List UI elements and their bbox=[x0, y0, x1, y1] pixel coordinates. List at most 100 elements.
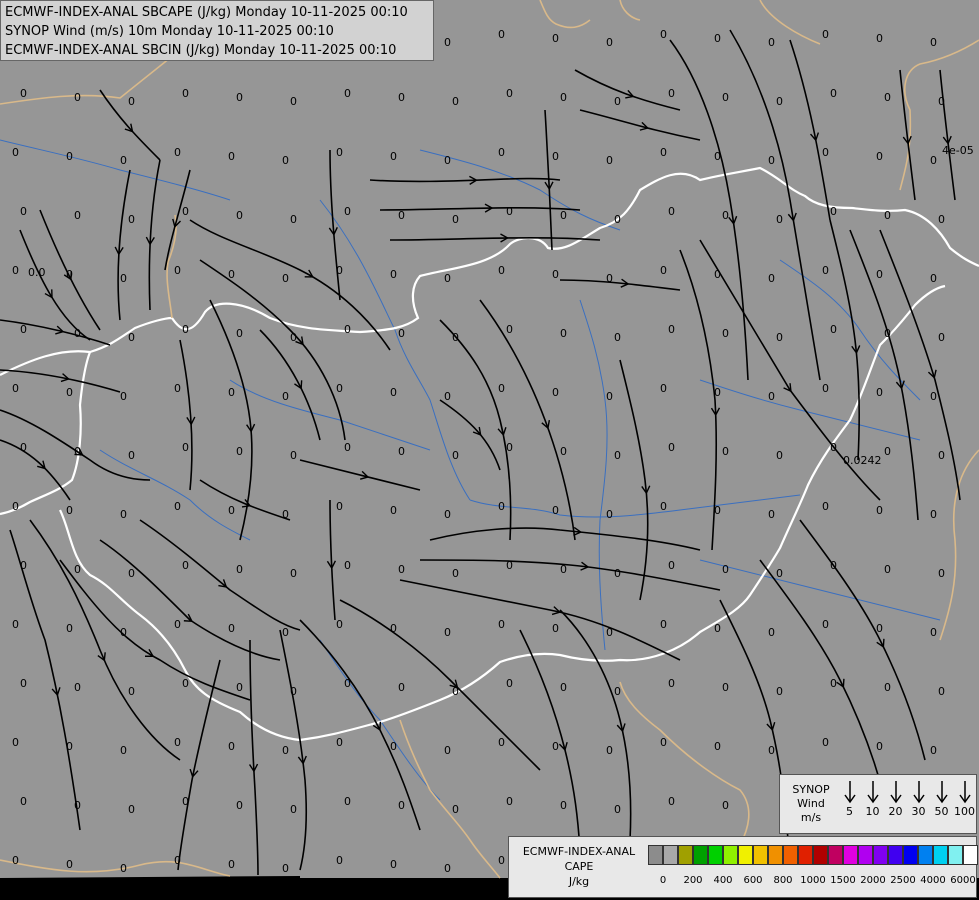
field-zero-label: 0 bbox=[344, 677, 351, 690]
field-zero-label: 0 bbox=[182, 205, 189, 218]
field-zero-label: 0 bbox=[776, 567, 783, 580]
field-zero-label: 0 bbox=[444, 154, 451, 167]
field-zero-label: 0 bbox=[668, 205, 675, 218]
field-zero-label: 0 bbox=[236, 799, 243, 812]
cape-color-swatch bbox=[708, 845, 723, 865]
field-zero-label: 0 bbox=[444, 744, 451, 757]
synop-speed-item: 5 bbox=[838, 779, 861, 818]
field-zero-label: 0 bbox=[668, 559, 675, 572]
cape-scale-label: 2500 bbox=[890, 875, 916, 886]
field-zero-label: 0 bbox=[768, 154, 775, 167]
synop-speed-item: 30 bbox=[907, 779, 930, 818]
field-zero-label: 0 bbox=[876, 268, 883, 281]
field-zero-label: 0 bbox=[606, 154, 613, 167]
field-zero-label: 0 bbox=[282, 272, 289, 285]
field-zero-label: 0 bbox=[498, 146, 505, 159]
field-zero-label: 0 bbox=[776, 213, 783, 226]
field-zero-label: 0 bbox=[938, 685, 945, 698]
wind-arrow-icon bbox=[958, 781, 971, 804]
value-label-4e-05: 4e-05 bbox=[942, 144, 974, 157]
cape-scale-labels: 0 200 400 600 800 1000 1500 2000 2500 4000 6000 bbox=[648, 875, 978, 889]
field-zero-label: 0 bbox=[498, 28, 505, 41]
field-zero-label: 0 bbox=[452, 567, 459, 580]
map-title-box: ECMWF-INDEX-ANAL SBCAPE (J/kg) Monday 10… bbox=[0, 0, 434, 61]
cape-legend-title: ECMWF-INDEX-ANAL CAPE J/kg bbox=[513, 844, 645, 889]
cape-color-swatch bbox=[783, 845, 798, 865]
cape-scale-label: 6000 bbox=[950, 875, 976, 886]
field-zero-label: 0 bbox=[12, 736, 19, 749]
field-zero-label: 0 bbox=[128, 685, 135, 698]
field-zero-label: 0 bbox=[830, 559, 837, 572]
field-zero-label: 0 bbox=[452, 685, 459, 698]
field-zero-label: 0 bbox=[174, 264, 181, 277]
field-zero-label: 0 bbox=[498, 736, 505, 749]
field-zero-label: 0 bbox=[552, 740, 559, 753]
synop-speed-item: 10 bbox=[861, 779, 884, 818]
field-zero-label: 0 bbox=[236, 563, 243, 576]
field-zero-label: 0 bbox=[290, 449, 297, 462]
cape-color-legend: ECMWF-INDEX-ANAL CAPE J/kg 0 200 400 600 800… bbox=[508, 836, 978, 898]
wind-arrow-icon bbox=[935, 781, 948, 804]
field-zero-label: 0 bbox=[174, 382, 181, 395]
field-zero-label: 0 bbox=[74, 799, 81, 812]
title-line-synop-wind: SYNOP Wind (m/s) 10m Monday 10-11-2025 0… bbox=[5, 24, 334, 39]
field-zero-label: 0 bbox=[506, 441, 513, 454]
field-zero-label: 0 bbox=[660, 146, 667, 159]
land-background bbox=[0, 0, 979, 878]
field-zero-label: 0 bbox=[444, 36, 451, 49]
field-zero-label: 0 bbox=[884, 327, 891, 340]
synop-speed-label: 20 bbox=[888, 805, 903, 818]
field-zero-label: 0 bbox=[776, 685, 783, 698]
field-zero-label: 0 bbox=[614, 803, 621, 816]
field-zero-label: 0 bbox=[506, 205, 513, 218]
field-zero-label: 0 bbox=[120, 272, 127, 285]
cape-color-swatch bbox=[798, 845, 813, 865]
field-zero-label: 0 bbox=[668, 441, 675, 454]
field-zero-label: 0 bbox=[722, 91, 729, 104]
field-zero-label: 0 bbox=[560, 799, 567, 812]
field-zero-label: 0 bbox=[66, 858, 73, 871]
field-zero-label: 0 bbox=[336, 264, 343, 277]
weather-map: 0 0 0 0 0 0 0 0 0 0 0 0 0 0 0 0 0 0 0 0 0 0 0 0 0 0 0 0 0 0 0 0 0 0 0 0 0 0 0 0… bbox=[0, 0, 979, 900]
field-zero-label: 0 bbox=[560, 209, 567, 222]
field-zero-label: 0 bbox=[506, 87, 513, 100]
field-zero-label: 0 bbox=[830, 205, 837, 218]
field-zero-label: 0 bbox=[552, 32, 559, 45]
synop-speed-label: 50 bbox=[934, 805, 949, 818]
field-zero-label: 0 bbox=[66, 622, 73, 635]
field-zero-label: 0 bbox=[938, 95, 945, 108]
field-zero-label: 0 bbox=[20, 441, 27, 454]
field-zero-label: 0 bbox=[390, 386, 397, 399]
cape-color-swatch bbox=[858, 845, 873, 865]
field-zero-label: 0 bbox=[452, 95, 459, 108]
value-label-0-0: 0.0 bbox=[28, 266, 46, 279]
field-zero-label: 0 bbox=[444, 508, 451, 521]
cape-scale-label: 4000 bbox=[920, 875, 946, 886]
field-zero-label: 0 bbox=[876, 32, 883, 45]
field-zero-label: 0 bbox=[66, 150, 73, 163]
field-zero-label: 0 bbox=[398, 799, 405, 812]
field-zero-label: 0 bbox=[174, 146, 181, 159]
field-zero-label: 0 bbox=[660, 382, 667, 395]
field-zero-label: 0 bbox=[938, 213, 945, 226]
field-zero-label: 0 bbox=[228, 386, 235, 399]
field-zero-label: 0 bbox=[12, 854, 19, 867]
field-zero-label: 0 bbox=[174, 500, 181, 513]
field-zero-label: 0 bbox=[390, 858, 397, 871]
synop-speed-label: 30 bbox=[911, 805, 926, 818]
field-zero-label: 0 bbox=[174, 618, 181, 631]
cape-color-swatch bbox=[663, 845, 678, 865]
field-zero-label: 0 bbox=[182, 87, 189, 100]
field-zero-label: 0 bbox=[606, 272, 613, 285]
field-zero-label: 0 bbox=[344, 205, 351, 218]
synop-wind-legend: SYNOP Wind m/s 5 10 20 30 50 100 bbox=[779, 774, 977, 834]
cape-color-swatch bbox=[873, 845, 888, 865]
field-zero-label: 0 bbox=[398, 563, 405, 576]
synop-legend-title-3: m/s bbox=[800, 811, 822, 824]
field-zero-label: 0 bbox=[398, 209, 405, 222]
field-zero-label: 0 bbox=[12, 618, 19, 631]
field-zero-label: 0 bbox=[606, 744, 613, 757]
synop-speed-item: 100 bbox=[953, 779, 976, 818]
field-zero-label: 0 bbox=[74, 209, 81, 222]
cape-color-swatch bbox=[963, 845, 978, 865]
